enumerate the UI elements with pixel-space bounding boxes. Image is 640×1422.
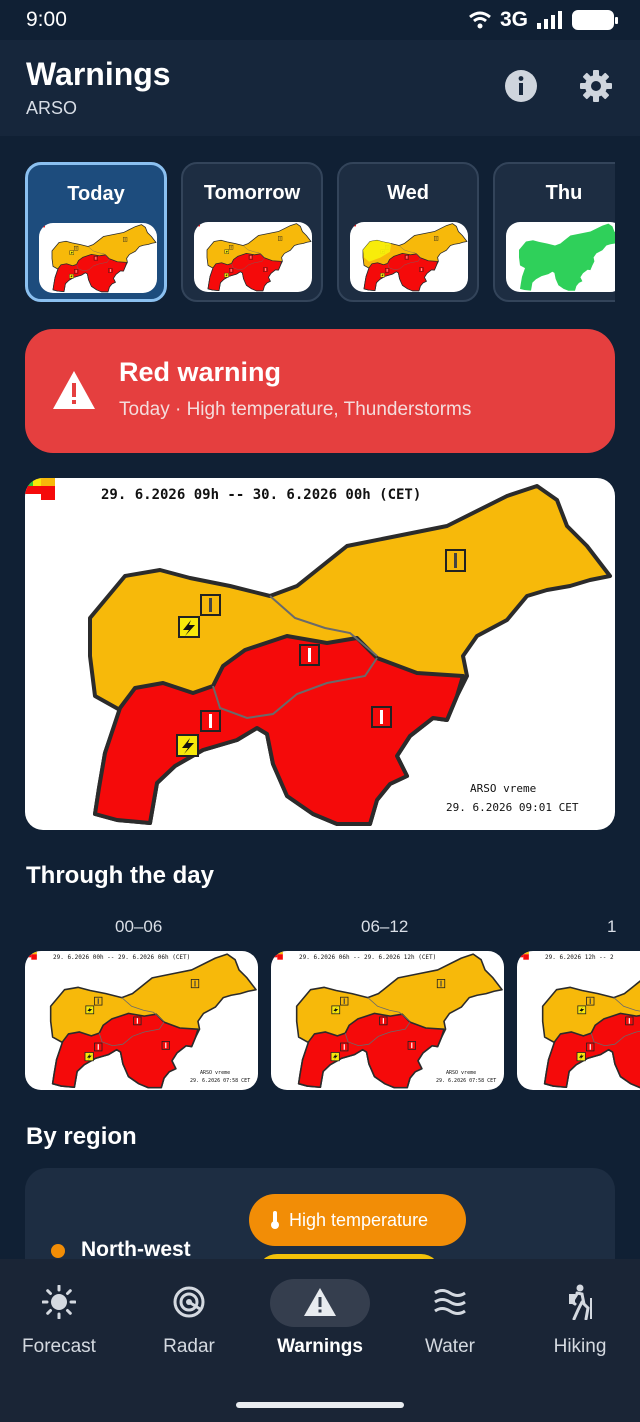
- battery-icon: [572, 10, 618, 30]
- app-bar: Warnings ARSO: [0, 40, 640, 136]
- map-issued-time: 29. 6.2026 09:01 CET: [446, 801, 579, 814]
- info-button[interactable]: [501, 66, 541, 106]
- warning-triangle-icon: [304, 1288, 336, 1316]
- screen: 9:00 3G Warnings ARSO Today Tomorrow Wed…: [0, 0, 640, 1422]
- day-selector: Today Tomorrow Wed Thu: [25, 162, 615, 304]
- region-status-dot: [51, 1244, 65, 1258]
- nav-water[interactable]: Water: [386, 1259, 514, 1369]
- warning-banner-subtitle: Today · High temperature, Thunderstorms: [119, 399, 472, 420]
- time-slot-map-header: 29. 6.2026 12h -- 2: [545, 954, 614, 961]
- warning-banner-title: Red warning: [119, 357, 282, 387]
- time-slot-map[interactable]: 29. 6.2026 12h -- 2: [517, 951, 640, 1090]
- settings-button[interactable]: [576, 66, 616, 106]
- day-tab-today[interactable]: Today: [25, 162, 167, 302]
- nav-label: Hiking: [553, 1336, 607, 1357]
- radar-icon: [173, 1286, 205, 1318]
- info-icon: [505, 70, 537, 102]
- nav-forecast[interactable]: Forecast: [0, 1259, 123, 1369]
- time-slot-label: 06–12: [361, 917, 409, 936]
- day-map-thumbnail: [350, 222, 468, 292]
- warning-chip: High temperature: [249, 1194, 466, 1246]
- warning-chip-label: High temperature: [289, 1209, 429, 1230]
- by-region-heading: By region: [26, 1123, 137, 1150]
- time-slot-map-header: 29. 6.2026 00h -- 29. 6.2026 06h (CET): [53, 954, 191, 961]
- warning-triangle-icon: [53, 371, 95, 409]
- network-type: 3G: [499, 8, 528, 31]
- time-slot-map[interactable]: 29. 6.2026 00h -- 29. 6.2026 06h (CET) A…: [25, 951, 258, 1090]
- status-time: 9:00: [26, 8, 67, 31]
- map-source-label: ARSO vreme: [470, 782, 537, 795]
- status-icons: 3G: [468, 8, 618, 32]
- page-subtitle: ARSO: [26, 98, 78, 118]
- nav-label: Radar: [163, 1336, 215, 1357]
- day-tab-label: Wed: [387, 182, 429, 204]
- warning-map[interactable]: 29. 6.2026 09h -- 30. 6.2026 00h (CET) A…: [25, 478, 615, 830]
- through-day-heading: Through the day: [26, 862, 214, 889]
- time-slot-label: 00–06: [115, 917, 163, 936]
- day-tab-label: Thu: [545, 182, 583, 204]
- day-map-thumbnail: [39, 223, 157, 293]
- time-slot-map-source: ARSO vreme: [446, 1070, 477, 1076]
- nav-label: Warnings: [277, 1336, 363, 1357]
- day-map-thumbnail: [506, 222, 615, 292]
- status-bar: 9:00 3G: [0, 0, 640, 40]
- day-map-thumbnail: [194, 222, 312, 292]
- warning-banner[interactable]: Red warning Today · High temperature, Th…: [25, 329, 615, 453]
- nav-label: Forecast: [22, 1336, 96, 1357]
- time-slot-map-time: 29. 6.2026 07:58 CET: [436, 1078, 497, 1084]
- nav-radar[interactable]: Radar: [125, 1259, 253, 1369]
- signal-icon: [537, 11, 562, 29]
- day-tab-thu[interactable]: Thu: [493, 162, 615, 302]
- time-slot-map-source: ARSO vreme: [200, 1070, 231, 1076]
- time-slot-label: 1: [607, 917, 617, 936]
- gear-icon: [580, 70, 612, 102]
- page-title: Warnings: [26, 56, 171, 92]
- wifi-icon: [469, 11, 491, 29]
- time-slot-map-header: 29. 6.2026 06h -- 29. 6.2026 12h (CET): [299, 954, 437, 961]
- waves-icon: [434, 1289, 466, 1315]
- hiking-icon: [569, 1284, 592, 1320]
- home-indicator[interactable]: [236, 1402, 404, 1408]
- day-tab-label: Tomorrow: [203, 182, 301, 204]
- thermometer-icon: [271, 1211, 279, 1229]
- time-slot-map[interactable]: 29. 6.2026 06h -- 29. 6.2026 12h (CET) A…: [271, 951, 504, 1090]
- sun-icon: [42, 1285, 76, 1319]
- bottom-navigation: Forecast Radar Warnings Water Hiking: [0, 1259, 640, 1422]
- time-slot-map-time: 29. 6.2026 07:58 CET: [190, 1078, 251, 1084]
- day-tab-tomorrow[interactable]: Tomorrow: [181, 162, 323, 302]
- day-tab-label: Today: [67, 183, 125, 205]
- map-period-header: 29. 6.2026 09h -- 30. 6.2026 00h (CET): [101, 487, 422, 503]
- nav-warnings[interactable]: Warnings: [256, 1259, 384, 1369]
- nav-hiking[interactable]: Hiking: [516, 1259, 640, 1369]
- slovenia-map-graphic: [25, 478, 615, 830]
- nav-label: Water: [425, 1336, 475, 1357]
- day-tab-wed[interactable]: Wed: [337, 162, 479, 302]
